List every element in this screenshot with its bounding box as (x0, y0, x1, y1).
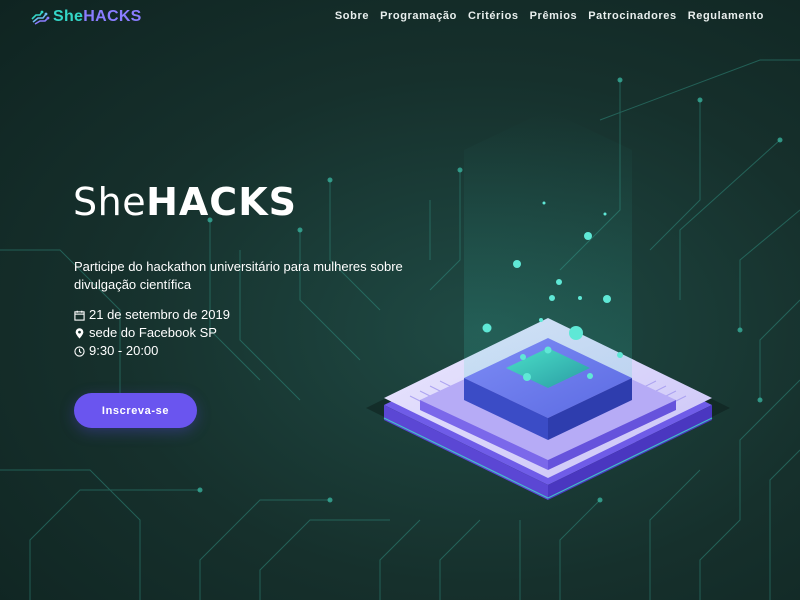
event-location-text: sede do Facebook SP (89, 325, 217, 340)
nav-sobre[interactable]: Sobre (335, 10, 369, 22)
event-time-text: 9:30 - 20:00 (89, 343, 159, 358)
hero-title-hacks: HACKS (146, 180, 298, 224)
event-time: 9:30 - 20:00 (74, 342, 230, 360)
map-pin-icon (75, 327, 84, 339)
nav-programacao[interactable]: Programação (380, 10, 457, 22)
circuit-hand-icon (31, 10, 50, 25)
signup-button[interactable]: Inscreva-se (74, 393, 197, 428)
main-nav: Sobre Programação Critérios Prêmios Patr… (335, 10, 764, 22)
event-date: 21 de setembro de 2019 (74, 306, 230, 324)
hero-title: SheHACKS (73, 180, 297, 224)
nav-premios[interactable]: Prêmios (530, 10, 578, 22)
logo-hacks: HACKS (83, 8, 142, 25)
hero-section: SheHACKS Sobre Programação Critérios Prê… (0, 0, 800, 600)
nav-patrocinadores[interactable]: Patrocinadores (588, 10, 676, 22)
top-navbar: SheHACKS Sobre Programação Critérios Prê… (0, 0, 800, 34)
event-date-text: 21 de setembro de 2019 (89, 307, 230, 322)
hero-tagline: Participe do hackathon universitário par… (74, 259, 403, 292)
hero-title-she: She (73, 180, 147, 224)
calendar-icon (74, 310, 85, 321)
clock-icon (74, 345, 85, 357)
circuit-chip-illustration (0, 59, 800, 600)
event-details: 21 de setembro de 2019 sede do Facebook … (74, 306, 230, 360)
logo-she: She (53, 8, 84, 25)
logo-wordmark: SheHACKS (53, 8, 142, 26)
nav-criterios[interactable]: Critérios (468, 10, 519, 22)
shehacks-logo[interactable]: SheHACKS (30, 6, 142, 28)
event-location: sede do Facebook SP (74, 324, 230, 342)
nav-regulamento[interactable]: Regulamento (688, 10, 764, 22)
